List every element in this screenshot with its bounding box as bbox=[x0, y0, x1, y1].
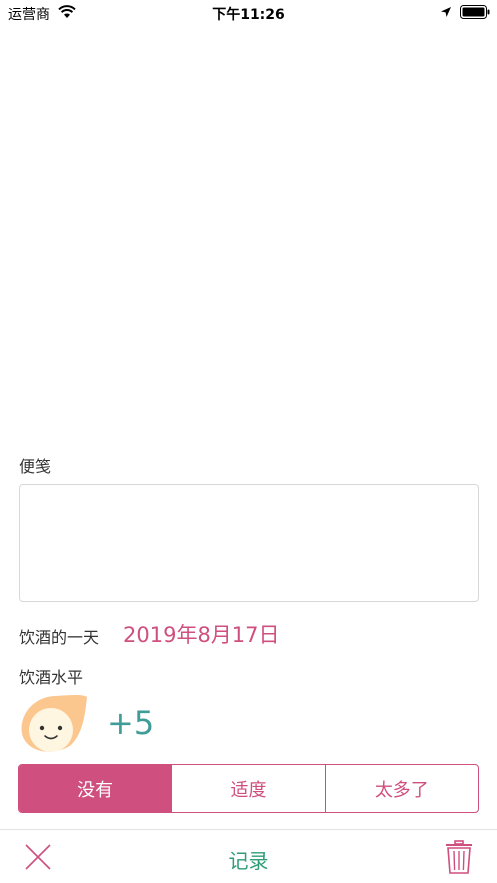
drink-level-selector: 没有 适度 太多了 bbox=[18, 764, 479, 813]
level-option-none[interactable]: 没有 bbox=[19, 765, 172, 812]
level-option-too-much[interactable]: 太多了 bbox=[324, 765, 478, 812]
bottom-toolbar: 记录 bbox=[0, 829, 497, 883]
drink-level-label: 饮酒水平 bbox=[19, 668, 84, 687]
drink-level-value: +5 bbox=[107, 704, 155, 742]
level-option-moderate[interactable]: 适度 bbox=[171, 765, 324, 812]
record-button[interactable]: 记录 bbox=[0, 845, 497, 874]
smiley-face-icon bbox=[21, 695, 87, 752]
status-time: 下午11:26 bbox=[212, 7, 285, 23]
drink-day-label: 饮酒的一天 bbox=[19, 628, 100, 647]
trash-icon[interactable] bbox=[445, 840, 473, 874]
battery-icon bbox=[460, 5, 490, 19]
memo-label: 便笺 bbox=[19, 457, 52, 476]
status-bar: 运营商 下午11:26 bbox=[0, 0, 497, 26]
location-icon bbox=[441, 7, 451, 17]
drink-date-button[interactable]: 2019年8月17日 bbox=[123, 619, 280, 649]
memo-input[interactable] bbox=[19, 484, 479, 602]
